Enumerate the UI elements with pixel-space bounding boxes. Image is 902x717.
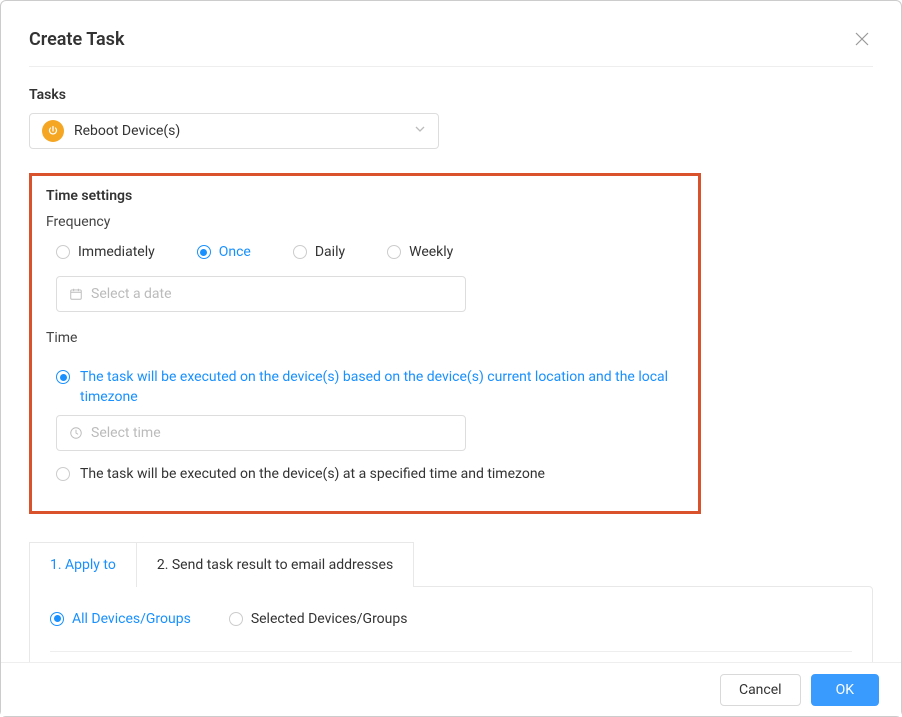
- time-settings-title: Time settings: [46, 188, 684, 204]
- power-icon: [42, 120, 64, 142]
- date-input[interactable]: Select a date: [56, 276, 466, 312]
- divider: [29, 66, 873, 67]
- scope-selected[interactable]: Selected Devices/Groups: [229, 611, 408, 627]
- radio-icon: [197, 245, 211, 259]
- clock-icon: [69, 426, 83, 440]
- ok-button[interactable]: OK: [811, 674, 879, 706]
- time-settings-box: Time settings Frequency Immediately Once…: [29, 173, 701, 514]
- scope-selected-label: Selected Devices/Groups: [251, 611, 408, 627]
- frequency-radio-group: Immediately Once Daily Weekly: [46, 238, 684, 272]
- time-placeholder: Select time: [91, 425, 161, 441]
- radio-label: Once: [219, 244, 251, 260]
- scope-all[interactable]: All Devices/Groups: [50, 611, 191, 627]
- tab-send-email[interactable]: 2. Send task result to email addresses: [137, 542, 414, 587]
- time-option-local-label: The task will be executed on the device(…: [80, 368, 684, 407]
- tab-panel-apply-to: All Devices/Groups Selected Devices/Grou…: [29, 586, 873, 662]
- radio-label: Daily: [315, 244, 345, 260]
- radio-icon: [387, 245, 401, 259]
- frequency-daily[interactable]: Daily: [293, 244, 345, 260]
- radio-label: Weekly: [409, 244, 453, 260]
- models-checkbox-row: All device models EVA-AL10 HUAWEI MT7-CL…: [50, 652, 852, 662]
- radio-icon: [50, 612, 64, 626]
- close-button[interactable]: [851, 25, 873, 53]
- frequency-immediately[interactable]: Immediately: [56, 244, 155, 260]
- radio-icon: [293, 245, 307, 259]
- date-placeholder: Select a date: [91, 286, 172, 302]
- modal-title: Create Task: [29, 29, 124, 50]
- radio-icon: [229, 612, 243, 626]
- modal-header: Create Task: [1, 1, 901, 71]
- time-option-local[interactable]: The task will be executed on the device(…: [56, 368, 684, 407]
- time-option-specified-label: The task will be executed on the device(…: [80, 465, 545, 485]
- radio-icon: [56, 467, 70, 481]
- time-input[interactable]: Select time: [56, 415, 466, 451]
- calendar-icon: [69, 287, 83, 301]
- modal-footer: Cancel OK: [1, 662, 901, 716]
- task-select[interactable]: Reboot Device(s): [29, 113, 439, 149]
- scope-radio-group: All Devices/Groups Selected Devices/Grou…: [50, 611, 852, 652]
- tabs: 1. Apply to 2. Send task result to email…: [29, 542, 873, 587]
- frequency-weekly[interactable]: Weekly: [387, 244, 453, 260]
- tasks-section-label: Tasks: [29, 87, 873, 103]
- time-option-specified[interactable]: The task will be executed on the device(…: [56, 465, 684, 485]
- time-label: Time: [46, 330, 684, 346]
- close-icon: [855, 32, 869, 46]
- cancel-button[interactable]: Cancel: [720, 674, 801, 706]
- task-select-value: Reboot Device(s): [74, 123, 414, 139]
- modal-body: Tasks Reboot Device(s) Time settings Fre…: [1, 66, 901, 662]
- frequency-once[interactable]: Once: [197, 244, 251, 260]
- radio-icon: [56, 245, 70, 259]
- frequency-label: Frequency: [46, 214, 684, 230]
- radio-icon: [56, 370, 70, 384]
- tab-apply-to[interactable]: 1. Apply to: [29, 542, 137, 587]
- time-radio-group: The task will be executed on the device(…: [46, 354, 684, 485]
- chevron-down-icon: [414, 123, 426, 139]
- scope-all-label: All Devices/Groups: [72, 611, 191, 627]
- radio-label: Immediately: [78, 244, 155, 260]
